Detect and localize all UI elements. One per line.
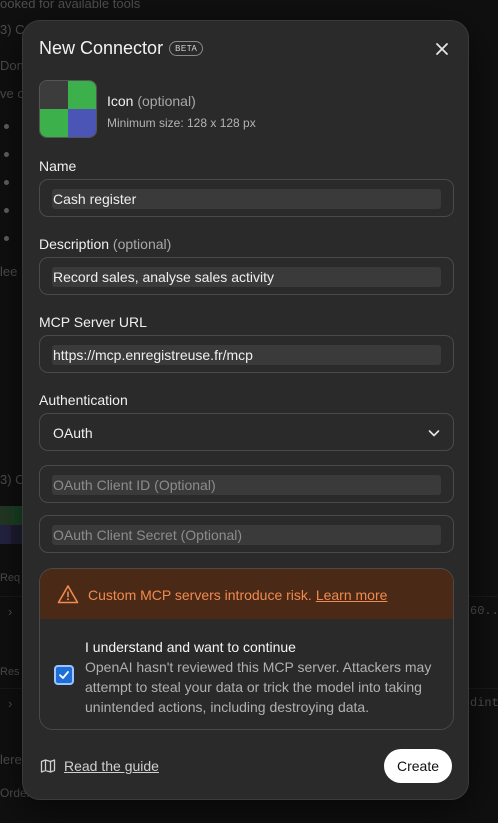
name-label: Name	[39, 158, 77, 174]
mcp-url-label: MCP Server URL	[39, 314, 147, 330]
mcp-url-field[interactable]: https://mcp.enregistreuse.fr/mcp	[39, 335, 454, 373]
icon-label: Icon (optional)	[107, 93, 196, 109]
book-icon	[40, 759, 56, 773]
beta-badge: BETA	[169, 41, 204, 56]
connector-icon-upload[interactable]	[39, 80, 97, 138]
checkmark-icon	[59, 671, 69, 679]
close-button[interactable]	[432, 39, 452, 59]
create-button[interactable]: Create	[383, 749, 452, 783]
risk-warning-text: Custom MCP servers introduce risk.	[88, 587, 312, 603]
acknowledge-description: OpenAI hasn't reviewed this MCP server. …	[85, 659, 432, 715]
read-guide-link[interactable]: Read the guide	[40, 758, 159, 774]
name-field[interactable]: Cash register	[39, 179, 454, 217]
name-input[interactable]: Cash register	[52, 189, 441, 209]
dialog-title-text: New Connector	[39, 38, 164, 58]
read-guide-text: Read the guide	[64, 758, 159, 774]
authentication-select[interactable]: OAuth	[39, 413, 454, 451]
icon-label-text: Icon	[107, 93, 134, 109]
icon-optional-text: (optional)	[137, 93, 196, 109]
description-optional-text: (optional)	[112, 236, 172, 252]
description-label-text: Description	[39, 236, 110, 252]
risk-warning-message: Custom MCP servers introduce risk. Learn …	[88, 587, 387, 603]
authentication-selected-value: OAuth	[53, 425, 93, 441]
learn-more-link[interactable]: Learn more	[316, 587, 388, 603]
mcp-url-input[interactable]: https://mcp.enregistreuse.fr/mcp	[52, 345, 441, 365]
oauth-client-secret-input[interactable]: OAuth Client Secret (Optional)	[52, 525, 441, 545]
risk-acknowledgement: I understand and want to continue OpenAI…	[40, 619, 453, 729]
icon-size-hint: Minimum size: 128 x 128 px	[107, 116, 256, 130]
oauth-client-id-input[interactable]: OAuth Client ID (Optional)	[52, 475, 441, 495]
description-label: Description (optional)	[39, 236, 171, 252]
acknowledge-checkbox[interactable]	[54, 665, 74, 685]
oauth-client-id-field[interactable]: OAuth Client ID (Optional)	[39, 465, 454, 503]
description-field[interactable]: Record sales, analyse sales activity	[39, 257, 454, 295]
oauth-client-secret-field[interactable]: OAuth Client Secret (Optional)	[39, 515, 454, 553]
acknowledge-title: I understand and want to continue	[85, 639, 296, 655]
dialog-title: New Connector BETA	[39, 38, 204, 59]
new-connector-dialog: New Connector BETA Icon (optional) Minim…	[22, 20, 469, 800]
risk-warning-panel: Custom MCP servers introduce risk. Learn …	[39, 568, 454, 730]
chevron-down-icon	[428, 430, 440, 437]
warning-icon	[57, 585, 79, 604]
risk-warning-header: Custom MCP servers introduce risk. Learn …	[40, 569, 453, 619]
close-icon	[436, 43, 448, 55]
authentication-label: Authentication	[39, 392, 128, 408]
description-input[interactable]: Record sales, analyse sales activity	[52, 267, 441, 287]
